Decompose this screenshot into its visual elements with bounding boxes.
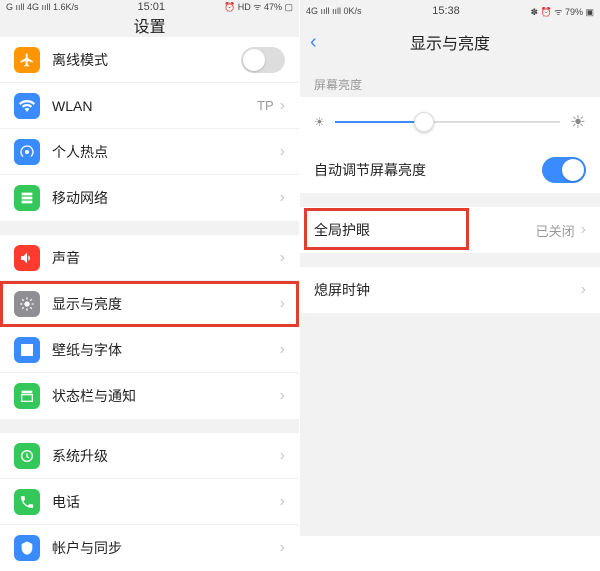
settings-row-brightness[interactable]: 显示与亮度› xyxy=(0,281,299,327)
chevron-right-icon: › xyxy=(280,97,285,115)
settings-row-wallpaper[interactable]: 壁纸与字体› xyxy=(0,327,299,373)
row-label: 移动网络 xyxy=(52,188,280,208)
settings-row-mobile[interactable]: 移动网络› xyxy=(0,175,299,221)
row-value: TP xyxy=(257,98,274,113)
mobile-icon xyxy=(14,185,40,211)
brightness-slider[interactable] xyxy=(335,121,560,123)
page-title: 设置 xyxy=(133,13,165,37)
back-button[interactable]: ‹ xyxy=(310,31,317,54)
row-label: 壁纸与字体 xyxy=(52,340,280,360)
chevron-right-icon: › xyxy=(280,341,285,359)
wallpaper-icon xyxy=(14,337,40,363)
chevron-right-icon: › xyxy=(280,143,285,161)
settings-row-sound[interactable]: 声音› xyxy=(0,235,299,281)
auto-brightness-toggle[interactable] xyxy=(542,157,586,183)
row-label: 声音 xyxy=(52,248,280,268)
eye-care-value: 已关闭 xyxy=(536,221,575,240)
airplane-icon xyxy=(14,47,40,73)
eye-care-label: 全局护眼 xyxy=(314,220,536,240)
chevron-right-icon: › xyxy=(280,539,285,557)
chevron-right-icon: › xyxy=(280,447,285,465)
chevron-right-icon: › xyxy=(280,189,285,207)
sleep-clock-label: 熄屏时钟 xyxy=(314,280,581,300)
row-label: 个人热点 xyxy=(52,142,280,162)
chevron-right-icon: › xyxy=(280,295,285,313)
brightness-icon xyxy=(14,291,40,317)
status-signal: 4G ııll ııll 0K/s xyxy=(306,6,362,16)
auto-brightness-label: 自动调节屏幕亮度 xyxy=(314,160,542,180)
row-label: WLAN xyxy=(52,98,257,114)
display-brightness-pane: 4G ııll ııll 0K/s 15:38 ✽ ⏰ ᯤ 79% ▣ ‹ 显示… xyxy=(300,0,600,536)
section-title-brightness: 屏幕亮度 xyxy=(300,68,600,97)
status-battery: ✽ ⏰ ᯤ 79% ▣ xyxy=(531,5,594,18)
header-left: 设置 xyxy=(0,13,299,37)
account-icon xyxy=(14,535,40,561)
sound-icon xyxy=(14,245,40,271)
page-title: 显示与亮度 xyxy=(410,30,490,54)
settings-row-airplane[interactable]: 离线模式 xyxy=(0,37,299,83)
chevron-right-icon: › xyxy=(581,221,586,239)
row-label: 帐户与同步 xyxy=(52,538,280,558)
update-icon xyxy=(14,443,40,469)
hotspot-icon xyxy=(14,139,40,165)
brightness-slider-row[interactable]: ☀ ☀ xyxy=(300,97,600,147)
eye-care-row[interactable]: 全局护眼 已关闭 › xyxy=(300,207,600,253)
header-right: ‹ 显示与亮度 xyxy=(300,22,600,62)
settings-row-notify[interactable]: 状态栏与通知› xyxy=(0,373,299,419)
chevron-right-icon: › xyxy=(581,281,586,299)
chevron-right-icon: › xyxy=(280,387,285,405)
row-label: 离线模式 xyxy=(52,50,241,70)
status-time: 15:38 xyxy=(432,5,460,17)
brightness-high-icon: ☀ xyxy=(570,112,586,133)
airplane-toggle[interactable] xyxy=(241,47,285,73)
status-time: 15:01 xyxy=(138,1,166,13)
row-label: 状态栏与通知 xyxy=(52,386,280,406)
row-label: 电话 xyxy=(52,492,280,512)
status-bar-right: 4G ııll ııll 0K/s 15:38 ✽ ⏰ ᯤ 79% ▣ xyxy=(300,0,600,22)
settings-row-update[interactable]: 系统升级› xyxy=(0,433,299,479)
settings-row-account[interactable]: 帐户与同步› xyxy=(0,525,299,571)
settings-row-wifi[interactable]: WLANTP › xyxy=(0,83,299,129)
row-label: 显示与亮度 xyxy=(52,294,280,314)
status-battery: ⏰ HD ᯤ 47% ▢ xyxy=(224,0,293,13)
status-bar-left: G ııll 4G ııll 1.6K/s 15:01 ⏰ HD ᯤ 47% ▢ xyxy=(0,0,299,13)
brightness-low-icon: ☀ xyxy=(314,115,325,129)
sleep-clock-row[interactable]: 熄屏时钟 › xyxy=(300,267,600,313)
phone-icon xyxy=(14,489,40,515)
row-label: 系统升级 xyxy=(52,446,280,466)
status-signal: G ııll 4G ııll 1.6K/s xyxy=(6,2,79,12)
auto-brightness-row[interactable]: 自动调节屏幕亮度 xyxy=(300,147,600,193)
settings-row-phone[interactable]: 电话› xyxy=(0,479,299,525)
wifi-icon xyxy=(14,93,40,119)
notify-icon xyxy=(14,383,40,409)
chevron-right-icon: › xyxy=(280,493,285,511)
chevron-right-icon: › xyxy=(280,249,285,267)
settings-row-hotspot[interactable]: 个人热点› xyxy=(0,129,299,175)
settings-pane: G ııll 4G ııll 1.6K/s 15:01 ⏰ HD ᯤ 47% ▢… xyxy=(0,0,300,536)
